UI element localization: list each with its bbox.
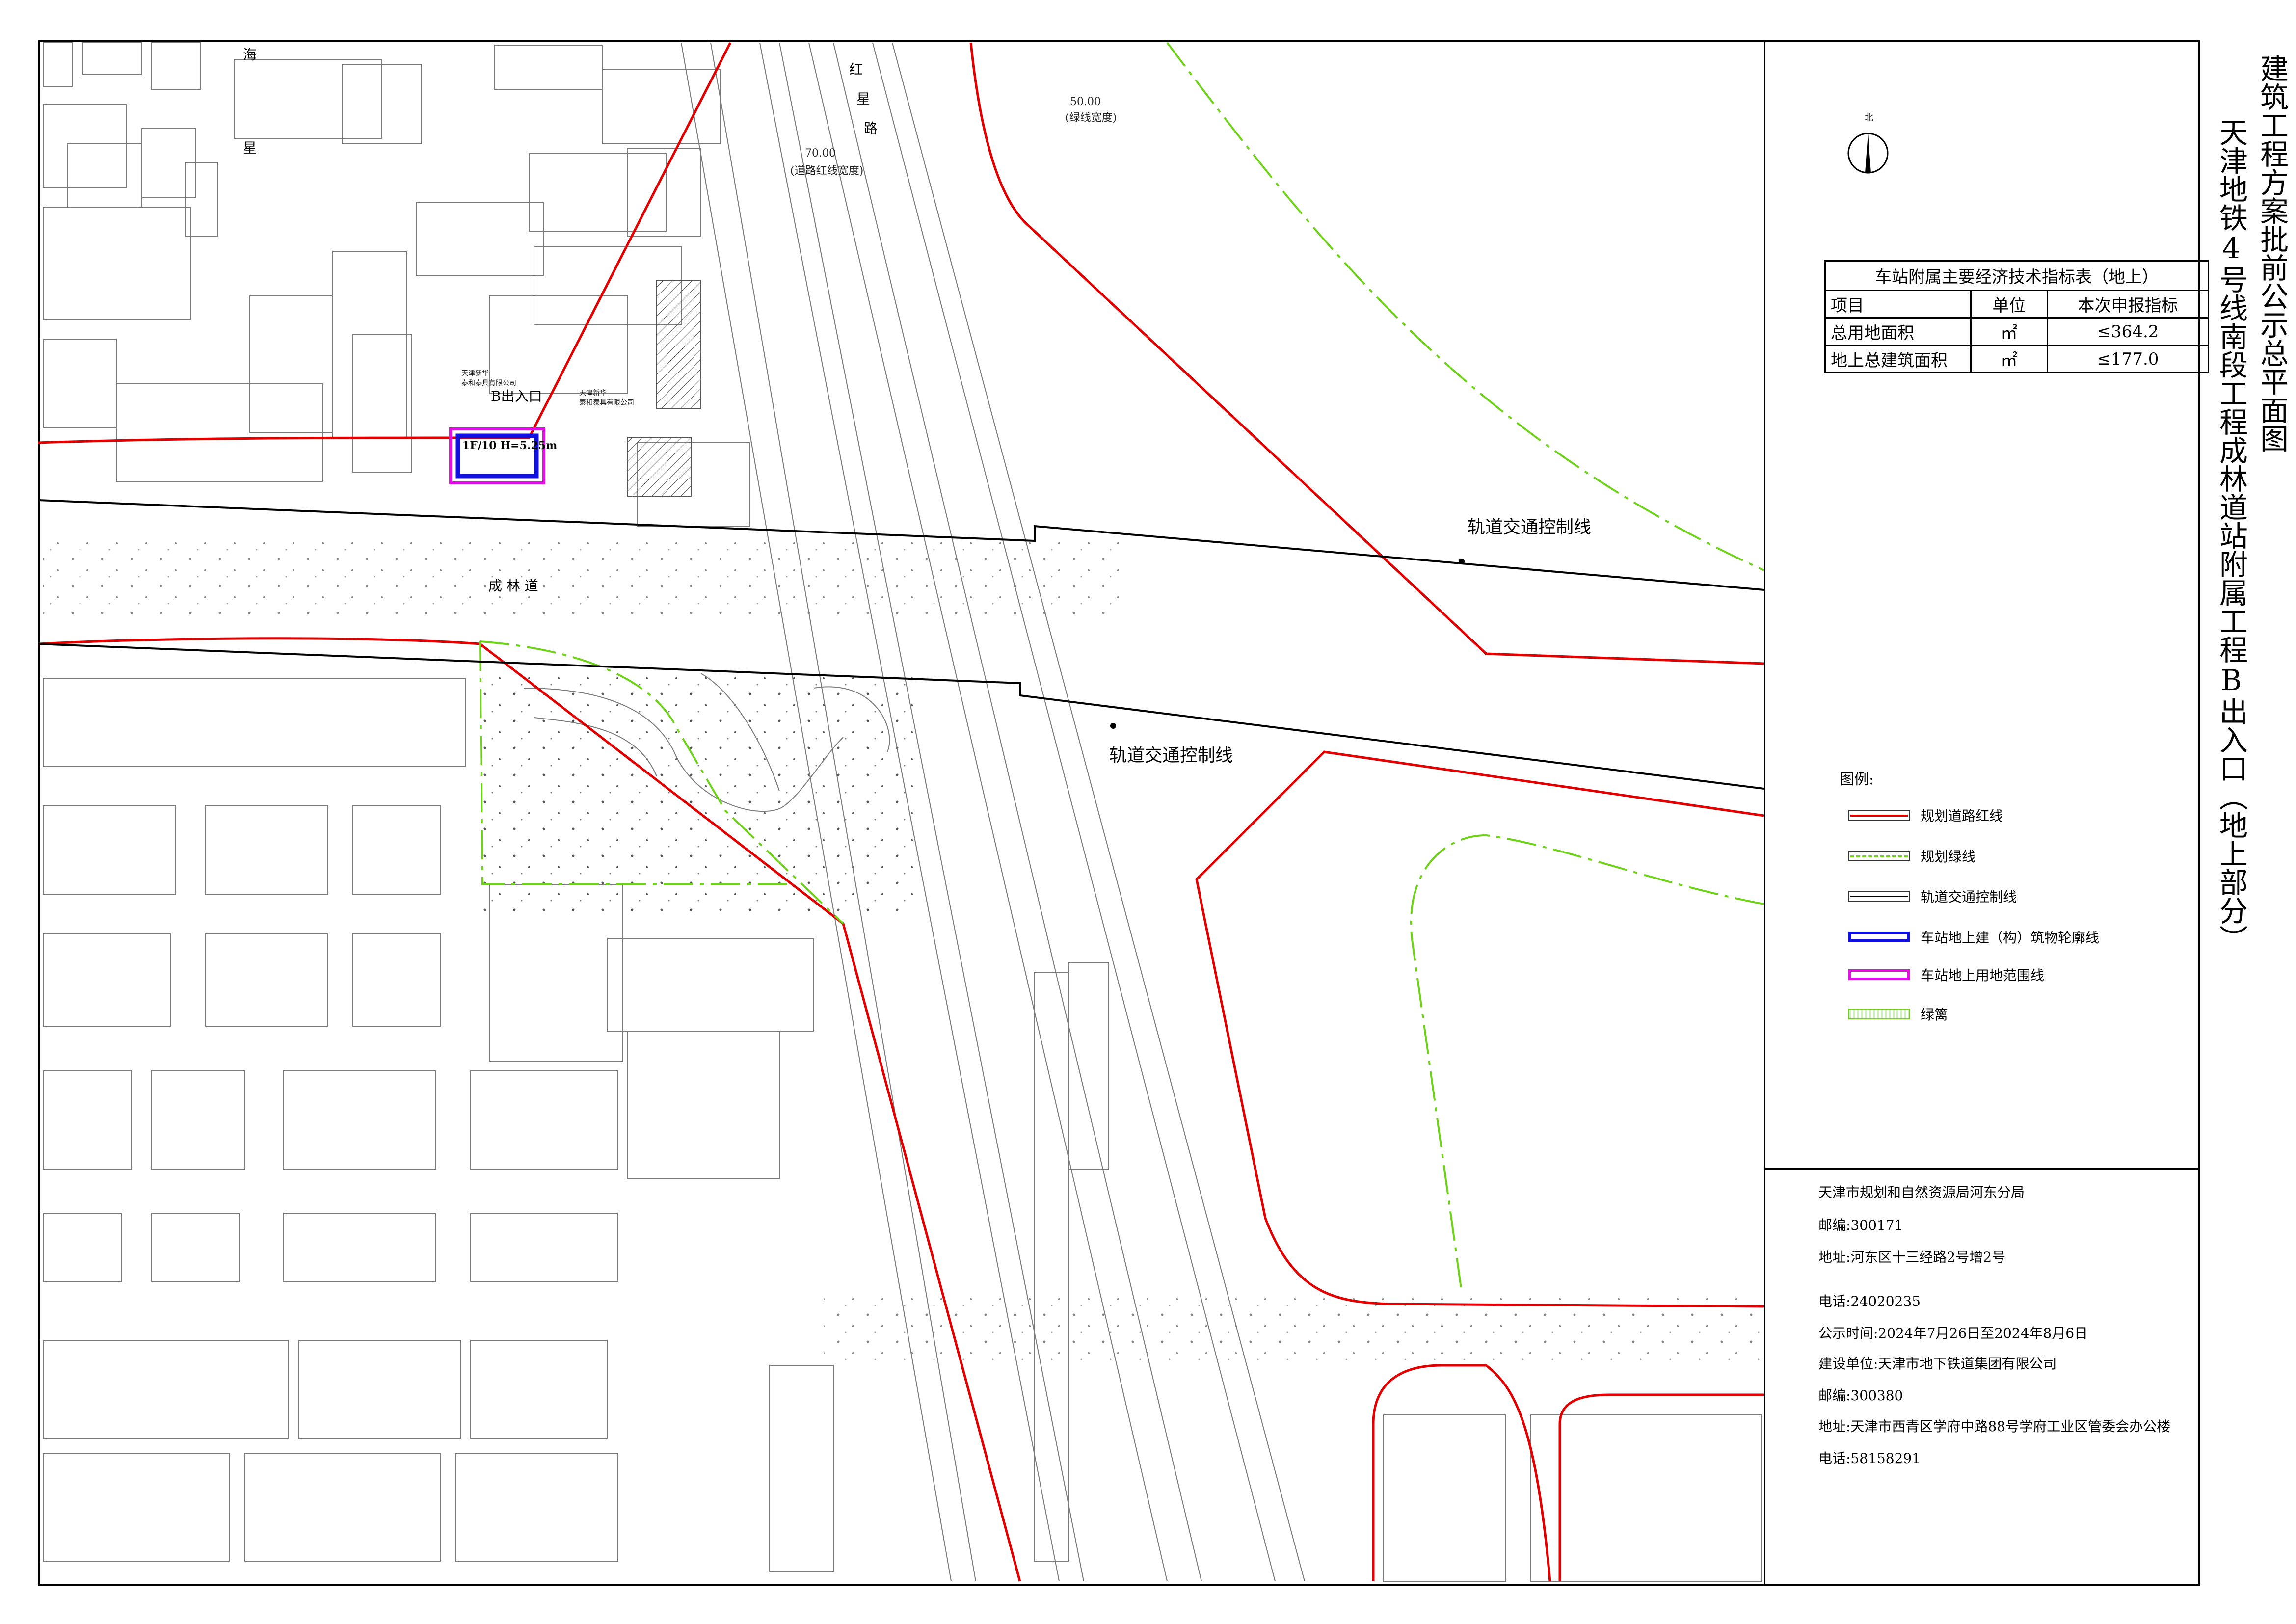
hatched-area-1	[656, 280, 701, 409]
legend-label: 绿篱	[1921, 1007, 1949, 1023]
row-value: ≤177.0	[2046, 345, 2210, 373]
legend-item-green-line: 规划绿线	[1848, 843, 1976, 869]
table-caption: 车站附属主要经济技术指标表（地上）	[1824, 260, 2209, 290]
indicator-table: 车站附属主要经济技术指标表（地上） 项目 单位 本次申报指标 总用地面积 ㎡ ≤…	[1824, 260, 2210, 373]
legend-swatch	[1848, 1009, 1910, 1019]
road-name-xing: 星	[856, 91, 871, 107]
info-postcode-1: 邮编:300171	[1818, 1217, 1903, 1233]
legend-item-building-outline: 车站地上建（构）筑物轮廓线	[1848, 924, 2099, 950]
green-width-label: (绿线宽度)	[1065, 112, 1117, 124]
legend-label: 轨道交通控制线	[1921, 889, 2017, 905]
control-point-2	[1110, 723, 1116, 729]
info-panel-divider	[1764, 1168, 2200, 1170]
legend-label: 车站地上用地范围线	[1921, 967, 2045, 984]
table-row: 地上总建筑面积 ㎡ ≤177.0	[1824, 345, 2210, 373]
header-item: 项目	[1824, 290, 1972, 319]
info-period: 公示时间:2024年7月26日至2024年8月6日	[1818, 1325, 2088, 1341]
legend-item-land-boundary: 车站地上用地范围线	[1848, 962, 2044, 987]
road-name-lu: 路	[864, 120, 878, 136]
info-phone-2: 电话:58158291	[1818, 1450, 1921, 1466]
north-label: 北	[1865, 113, 1873, 123]
control-line-label-2: 轨道交通控制线	[1109, 745, 1233, 766]
info-builder: 建设单位:天津市地下铁道集团有限公司	[1818, 1356, 2057, 1372]
road-name-hong: 红	[849, 61, 863, 78]
road-name-xing-2: 星	[243, 140, 257, 156]
table-row: 总用地面积 ㎡ ≤364.2	[1824, 317, 2210, 346]
row-unit: ㎡	[1970, 317, 2048, 346]
legend-swatch	[1848, 932, 1910, 942]
side-panel-divider	[1764, 40, 1765, 1586]
green-lines	[479, 42, 1764, 1292]
legend-item-control-line: 轨道交通控制线	[1848, 883, 2017, 909]
row-item: 地上总建筑面积	[1824, 345, 1972, 373]
green-width-value: 50.00	[1070, 96, 1101, 108]
legend-swatch	[1848, 891, 1910, 902]
legend-item-hedge: 绿篱	[1848, 1001, 1948, 1027]
exit-label: B出入口	[491, 388, 542, 404]
info-postcode-2: 邮编:300380	[1818, 1387, 1903, 1404]
hatched-area-2	[627, 437, 692, 497]
legend-label: 规划绿线	[1921, 849, 1976, 865]
site-plan-map	[38, 42, 1764, 1582]
road-name-chenglin: 成 林 道	[488, 578, 538, 594]
header-value: 本次申报指标	[2046, 290, 2210, 319]
row-value: ≤364.2	[2046, 317, 2210, 346]
legend-title: 图例:	[1840, 771, 1874, 788]
legend-label: 规划道路红线	[1921, 808, 2003, 824]
legend-label: 车站地上建（构）筑物轮廓线	[1921, 930, 2100, 946]
info-address-1: 地址:河东区十三经路2号增2号	[1818, 1249, 2006, 1265]
table-header-row: 项目 单位 本次申报指标	[1824, 290, 2210, 319]
company-label-2: 天津新华 泰和泰具有限公司	[579, 389, 634, 407]
project-title: 天津地铁4号线南段工程成林道站附属工程B出入口（地上部分）	[2215, 118, 2248, 953]
company-label-1: 天津新华 泰和泰具有限公司	[461, 370, 516, 387]
row-item: 总用地面积	[1824, 317, 1972, 346]
header-unit: 单位	[1970, 290, 2048, 319]
north-arrow-icon	[1847, 133, 1889, 174]
east-buildings	[1383, 1414, 1762, 1582]
legend-item-red-line: 规划道路红线	[1848, 802, 2003, 828]
row-unit: ㎡	[1970, 345, 2048, 373]
control-line-label-1: 轨道交通控制线	[1468, 517, 1592, 537]
info-phone-1: 电话:24020235	[1818, 1293, 1921, 1309]
road-width-value: 70.00	[805, 147, 836, 160]
road-name-hai: 海	[243, 47, 257, 63]
tree-dots-lower	[824, 1292, 1764, 1360]
legend-swatch	[1848, 851, 1910, 861]
building-label: 1F/10 H=5.25m	[462, 439, 558, 452]
info-authority: 天津市规划和自然资源局河东分局	[1818, 1184, 2025, 1200]
road-width-label: (道路红线宽度)	[790, 165, 864, 177]
legend-swatch	[1848, 969, 1910, 980]
drawing-title: 建筑工程方案批前公示总平面图	[2255, 54, 2289, 453]
control-point-1	[1459, 559, 1465, 564]
legend-swatch	[1848, 810, 1910, 821]
info-address-2: 地址:天津市西青区学府中路88号学府工业区管委会办公楼	[1818, 1418, 2171, 1435]
